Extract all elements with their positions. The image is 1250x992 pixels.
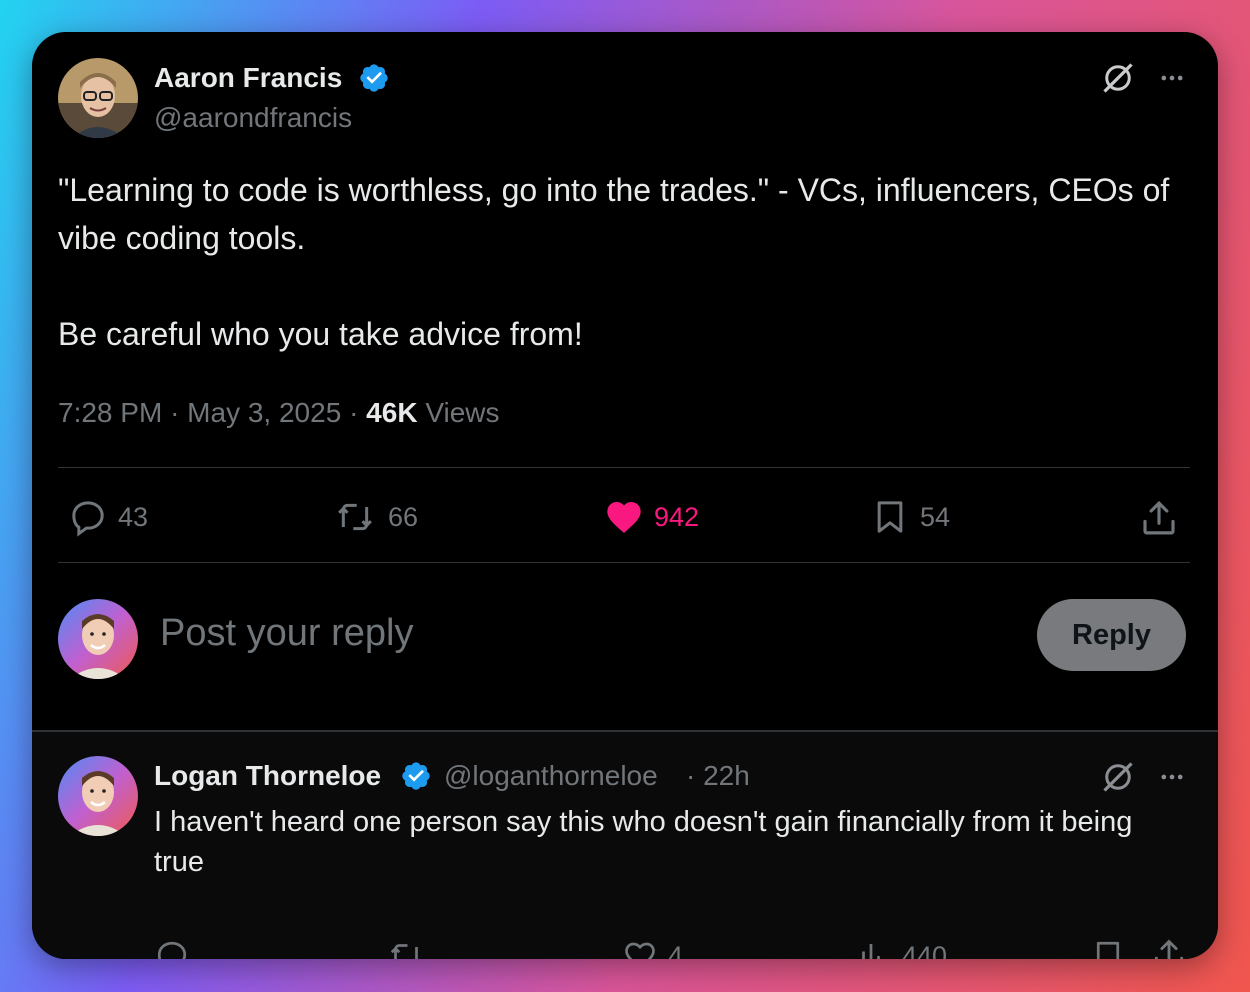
- reply-text: I haven't heard one person say this who …: [154, 806, 1141, 878]
- share-icon: [1154, 939, 1184, 959]
- reply-input[interactable]: Post your reply: [160, 612, 413, 655]
- bookmark-icon: [1096, 941, 1120, 959]
- share-icon: [1143, 500, 1175, 535]
- repost-action[interactable]: 66: [332, 497, 418, 537]
- post-date[interactable]: May 3, 2025: [187, 397, 341, 428]
- grok-icon[interactable]: [1100, 759, 1136, 795]
- reply-views-action[interactable]: 440: [856, 938, 947, 959]
- bookmark-icon: [877, 501, 903, 533]
- like-action[interactable]: 942: [604, 497, 699, 537]
- author-name[interactable]: Aaron Francis: [154, 62, 342, 94]
- reply-tweet[interactable]: Logan Thorneloe @loganthorneloe · 22h I …: [32, 732, 1218, 959]
- views-label: Views: [425, 397, 500, 428]
- reply-action[interactable]: 43: [68, 497, 148, 537]
- divider: [58, 467, 1190, 468]
- bookmark-action[interactable]: 54: [870, 497, 950, 537]
- like-count: 942: [654, 501, 700, 532]
- reply-like-count: 4: [668, 940, 684, 960]
- author-avatar[interactable]: [58, 58, 138, 138]
- repost-icon: [390, 944, 420, 959]
- reply-share-action[interactable]: [1150, 936, 1188, 959]
- meta-separator: ·: [349, 397, 367, 428]
- more-icon[interactable]: [1156, 763, 1188, 791]
- share-action[interactable]: [1138, 497, 1180, 539]
- views-count: 46K: [366, 397, 418, 428]
- author-handle[interactable]: @aarondfrancis: [154, 102, 352, 134]
- bookmark-count: 54: [920, 501, 951, 532]
- divider: [58, 562, 1190, 563]
- user-avatar[interactable]: [58, 599, 138, 679]
- post-text: "Learning to code is worthless, go into …: [58, 172, 1170, 352]
- reply-bookmark-action[interactable]: [1090, 938, 1126, 959]
- reply-reply-action[interactable]: [154, 938, 190, 959]
- reply-like-action[interactable]: 4: [622, 938, 683, 959]
- like-icon: [625, 942, 655, 959]
- reply-author-name[interactable]: Logan Thorneloe: [154, 760, 381, 792]
- reply-author-handle[interactable]: @loganthorneloe: [444, 760, 658, 792]
- repost-icon: [338, 503, 372, 531]
- reply-age[interactable]: · 22h: [686, 760, 750, 792]
- post-meta: 7:28 PM · May 3, 2025 · 46K Views: [58, 397, 500, 429]
- meta-separator: ·: [170, 397, 188, 428]
- post-time[interactable]: 7:28 PM: [58, 397, 162, 428]
- more-icon[interactable]: [1156, 64, 1188, 92]
- post-card: Aaron Francis @aarondfrancis "Learning t…: [32, 32, 1218, 959]
- views-icon: [862, 944, 880, 959]
- grok-icon[interactable]: [1100, 60, 1136, 96]
- reply-button[interactable]: Reply: [1037, 599, 1186, 671]
- like-icon: [607, 502, 641, 533]
- reply-repost-action[interactable]: [386, 938, 426, 959]
- repost-count: 66: [388, 501, 419, 532]
- reply-views-count: 440: [902, 940, 948, 960]
- reply-count: 43: [118, 501, 149, 532]
- reply-icon: [157, 941, 187, 959]
- reply-icon: [72, 501, 104, 537]
- verified-badge-icon: [360, 64, 388, 92]
- reply-author-avatar[interactable]: [58, 756, 138, 836]
- verified-badge-icon: [402, 762, 430, 790]
